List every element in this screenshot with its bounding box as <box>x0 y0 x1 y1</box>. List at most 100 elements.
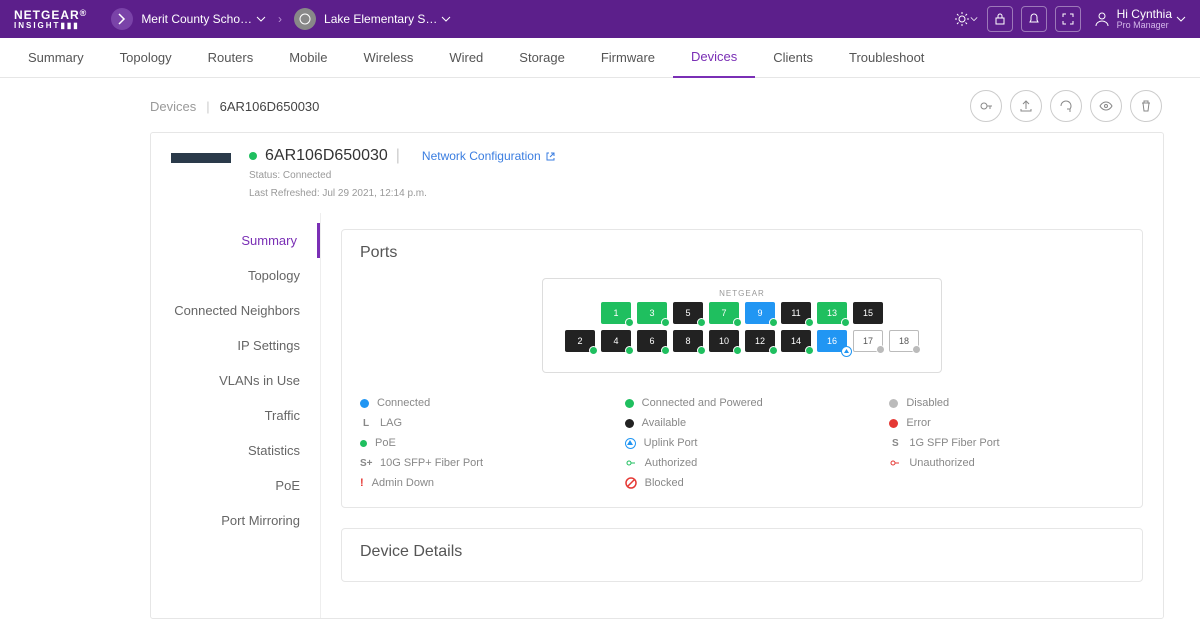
network-config-link[interactable]: Network Configuration <box>422 149 556 163</box>
switch-brand: NETGEAR <box>561 289 923 298</box>
credentials-button[interactable] <box>970 90 1002 122</box>
org2-label: Lake Elementary S… <box>324 12 437 26</box>
user-role: Pro Manager <box>1117 20 1172 30</box>
sidetab-vlans-in-use[interactable]: VLANs in Use <box>151 363 320 398</box>
port-14[interactable]: 14 <box>781 330 811 352</box>
switch-graphic: NETGEAR 13579111315 2468101214161718 <box>542 278 942 373</box>
sidetab-topology[interactable]: Topology <box>151 258 320 293</box>
legend-available: Available <box>625 417 860 429</box>
ports-legend: Connected Connected and Powered Disabled LL… <box>360 397 1124 489</box>
breadcrumb-row: Devices | 6AR106D650030 <box>0 78 1200 132</box>
legend-authorized: Authorized <box>625 457 860 469</box>
device-name: 6AR106D650030 <box>265 147 388 165</box>
chevron-down-icon <box>256 14 266 24</box>
status-dot-icon <box>249 152 257 160</box>
tab-wired[interactable]: Wired <box>431 38 501 78</box>
content-panel: Ports NETGEAR 13579111315 24681012141617… <box>321 213 1163 618</box>
port-18[interactable]: 18 <box>889 330 919 352</box>
external-link-icon <box>545 151 556 162</box>
port-5[interactable]: 5 <box>673 302 703 324</box>
org-selector-1[interactable]: Merit County Scho… <box>111 8 266 30</box>
user-greeting: Hi Cynthia <box>1117 8 1172 20</box>
tab-wireless[interactable]: Wireless <box>346 38 432 78</box>
port-13[interactable]: 13 <box>817 302 847 324</box>
legend-disabled: Disabled <box>889 397 1124 409</box>
tab-troubleshoot[interactable]: Troubleshoot <box>831 38 942 78</box>
tab-mobile[interactable]: Mobile <box>271 38 345 78</box>
bell-icon[interactable] <box>1021 6 1047 32</box>
topbar: NETGEAR® INSIGHT▮▮▮ Merit County Scho… ›… <box>0 0 1200 38</box>
nav-tabs: SummaryTopologyRoutersMobileWirelessWire… <box>0 38 1200 78</box>
sidetab-poe[interactable]: PoE <box>151 468 320 503</box>
device-title-row: 6AR106D650030 | Network Configuration <box>249 147 556 165</box>
settings-icon[interactable] <box>953 6 979 32</box>
port-9[interactable]: 9 <box>745 302 775 324</box>
sidetab-traffic[interactable]: Traffic <box>151 398 320 433</box>
lock-icon[interactable] <box>987 6 1013 32</box>
ports-card: Ports NETGEAR 13579111315 24681012141617… <box>341 229 1143 508</box>
tab-topology[interactable]: Topology <box>102 38 190 78</box>
legend-lag: LLAG <box>360 417 595 429</box>
org-selector-2[interactable]: Lake Elementary S… <box>294 8 451 30</box>
device-refreshed: Last Refreshed: Jul 29 2021, 12:14 p.m. <box>249 187 556 201</box>
ports-title: Ports <box>360 244 1124 262</box>
port-7[interactable]: 7 <box>709 302 739 324</box>
tab-routers[interactable]: Routers <box>190 38 272 78</box>
device-header: 6AR106D650030 | Network Configuration St… <box>151 133 1163 213</box>
side-tabs: SummaryTopologyConnected NeighborsIP Set… <box>151 213 321 618</box>
chevron-down-icon <box>970 15 978 23</box>
tab-devices[interactable]: Devices <box>673 38 755 78</box>
user-menu[interactable]: Hi Cynthia Pro Manager <box>1093 8 1186 30</box>
breadcrumb-current: 6AR106D650030 <box>220 99 320 114</box>
port-17[interactable]: 17 <box>853 330 883 352</box>
port-10[interactable]: 10 <box>709 330 739 352</box>
breadcrumb-sep: | <box>206 99 209 114</box>
tab-summary[interactable]: Summary <box>10 38 102 78</box>
port-8[interactable]: 8 <box>673 330 703 352</box>
port-11[interactable]: 11 <box>781 302 811 324</box>
legend-uplink-port: Uplink Port <box>625 437 860 449</box>
port-6[interactable]: 6 <box>637 330 667 352</box>
user-icon <box>1093 10 1111 28</box>
org-badge-icon <box>111 8 133 30</box>
legend-connected: Connected <box>360 397 595 409</box>
legend-poe: PoE <box>360 437 595 449</box>
legend-unauthorized: Unauthorized <box>889 457 1124 469</box>
port-15[interactable]: 15 <box>853 302 883 324</box>
chevron-down-icon <box>1176 14 1186 24</box>
fullscreen-icon[interactable] <box>1055 6 1081 32</box>
port-16[interactable]: 16 <box>817 330 847 352</box>
delete-button[interactable] <box>1130 90 1162 122</box>
device-status: Status: Connected <box>249 169 556 183</box>
sidetab-statistics[interactable]: Statistics <box>151 433 320 468</box>
tab-firmware[interactable]: Firmware <box>583 38 673 78</box>
port-4[interactable]: 4 <box>601 330 631 352</box>
port-2[interactable]: 2 <box>565 330 595 352</box>
export-button[interactable] <box>1010 90 1042 122</box>
port-12[interactable]: 12 <box>745 330 775 352</box>
sidetab-connected-neighbors[interactable]: Connected Neighbors <box>151 293 320 328</box>
tab-clients[interactable]: Clients <box>755 38 831 78</box>
legend-1g-sfp-fiber-port: S1G SFP Fiber Port <box>889 437 1124 449</box>
legend-error: Error <box>889 417 1124 429</box>
device-details-card: Device Details <box>341 528 1143 582</box>
port-1[interactable]: 1 <box>601 302 631 324</box>
sidetab-summary[interactable]: Summary <box>151 223 320 258</box>
sidetab-ip-settings[interactable]: IP Settings <box>151 328 320 363</box>
legend-10g-sfp-fiber-port: S+10G SFP+ Fiber Port <box>360 457 595 469</box>
legend-admin-down: !Admin Down <box>360 477 595 489</box>
org1-label: Merit County Scho… <box>141 12 252 26</box>
tab-storage[interactable]: Storage <box>501 38 583 78</box>
refresh-button[interactable] <box>1050 90 1082 122</box>
breadcrumb-chevron: › <box>278 12 282 26</box>
brand-logo: NETGEAR® INSIGHT▮▮▮ <box>14 8 87 30</box>
sidetab-port-mirroring[interactable]: Port Mirroring <box>151 503 320 538</box>
port-3[interactable]: 3 <box>637 302 667 324</box>
view-button[interactable] <box>1090 90 1122 122</box>
device-details-title: Device Details <box>360 543 1124 561</box>
legend-blocked: Blocked <box>625 477 860 489</box>
breadcrumb-root[interactable]: Devices <box>150 99 196 114</box>
loc-badge-icon <box>294 8 316 30</box>
main-panel: 6AR106D650030 | Network Configuration St… <box>150 132 1164 619</box>
legend-connected-and-powered: Connected and Powered <box>625 397 860 409</box>
